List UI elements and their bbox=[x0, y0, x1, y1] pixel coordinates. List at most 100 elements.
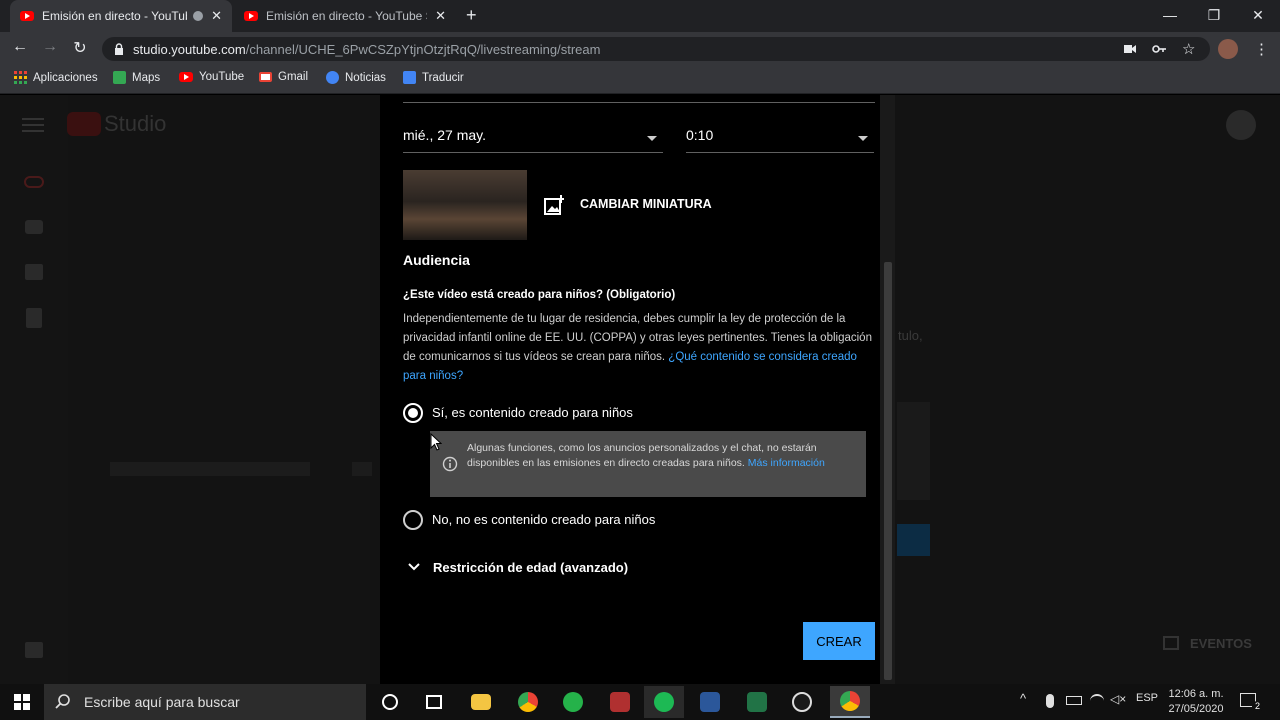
youtube-logo-icon bbox=[67, 112, 101, 136]
star-icon[interactable]: ☆ bbox=[1182, 40, 1195, 58]
search-placeholder: Escribe aquí para buscar bbox=[84, 694, 240, 710]
mouse-cursor-icon bbox=[430, 433, 442, 451]
add-photo-icon[interactable] bbox=[544, 195, 564, 215]
option-yes-label[interactable]: Sí, es contenido creado para niños bbox=[432, 405, 633, 420]
audience-heading: Audiencia bbox=[403, 252, 470, 268]
live-icon[interactable] bbox=[24, 176, 44, 188]
bookmark-label: Gmail bbox=[278, 71, 309, 83]
restore-icon[interactable]: ❐ bbox=[1192, 0, 1236, 30]
feedback-icon[interactable] bbox=[25, 642, 43, 658]
battery-icon[interactable] bbox=[1066, 696, 1082, 705]
notice-text: Algunas funciones, como los anuncios per… bbox=[467, 441, 857, 471]
dialog-scrollbar-thumb[interactable] bbox=[884, 262, 892, 680]
file-explorer-icon[interactable] bbox=[461, 686, 501, 718]
new-tab-icon[interactable]: + bbox=[466, 5, 477, 26]
clock-time: 12:06 a. m. bbox=[1168, 688, 1224, 700]
clock-date: 27/05/2020 bbox=[1168, 703, 1224, 715]
profile-avatar[interactable] bbox=[1218, 39, 1238, 59]
close-tab-icon[interactable]: ✕ bbox=[435, 8, 446, 24]
task-view-icon[interactable] bbox=[414, 686, 454, 718]
bookmark-apps[interactable]: Aplicaciones bbox=[14, 71, 98, 84]
tab-title: Emisión en directo - YouTube Studio bbox=[266, 9, 427, 23]
background-panel bbox=[897, 402, 930, 500]
forward-icon[interactable]: → bbox=[38, 38, 62, 60]
chrome-icon[interactable] bbox=[508, 686, 548, 718]
url-text[interactable]: studio.youtube.com/channel/UCHE_6PwCSZpY… bbox=[133, 42, 600, 57]
coppa-paragraph: Independientemente de tu lugar de reside… bbox=[403, 310, 875, 386]
camera-icon[interactable] bbox=[1124, 44, 1136, 54]
background-placeholder-chip bbox=[352, 462, 372, 476]
browser-tab-inactive[interactable]: Emisión en directo - YouTube Studio ✕ bbox=[234, 0, 456, 32]
create-button[interactable]: CREAR bbox=[803, 622, 875, 660]
time-dropdown-icon[interactable] bbox=[858, 136, 868, 141]
apps-grid-icon bbox=[14, 71, 27, 84]
wifi-icon[interactable] bbox=[1090, 694, 1104, 708]
background-button bbox=[897, 524, 930, 556]
cortana-icon[interactable] bbox=[370, 686, 410, 718]
manage-icon[interactable] bbox=[26, 308, 42, 328]
time-select-value[interactable]: 0:10 bbox=[686, 127, 713, 143]
maps-icon bbox=[113, 71, 126, 84]
divider bbox=[403, 102, 875, 103]
gmail-icon bbox=[259, 72, 272, 82]
taskbar-search[interactable]: Escribe aquí para buscar bbox=[44, 684, 366, 720]
bookmark-youtube[interactable]: YouTube bbox=[179, 71, 244, 83]
chevron-down-icon[interactable] bbox=[407, 562, 421, 572]
news-icon bbox=[326, 71, 339, 84]
bookmark-traducir[interactable]: Traducir bbox=[403, 71, 464, 84]
bookmark-label: Aplicaciones bbox=[33, 71, 98, 84]
date-select-value[interactable]: mié., 27 may. bbox=[403, 127, 486, 143]
events-icon bbox=[1163, 636, 1179, 650]
tray-chevron-up-icon[interactable]: ^ bbox=[1020, 691, 1026, 706]
info-icon bbox=[442, 456, 458, 472]
taskbar-clock[interactable]: 12:06 a. m. 27/05/2020 bbox=[1162, 687, 1230, 717]
word-icon[interactable] bbox=[690, 686, 730, 718]
bookmark-maps[interactable]: Maps bbox=[113, 71, 160, 84]
windows-start-icon[interactable] bbox=[14, 694, 30, 710]
spotify-icon[interactable] bbox=[644, 686, 684, 718]
made-for-kids-question: ¿Este vídeo está creado para niños? (Obl… bbox=[403, 289, 676, 301]
browser-tab-active[interactable]: Emisión en directo - YouTube ✕ bbox=[10, 0, 232, 32]
bookmark-gmail[interactable]: Gmail bbox=[259, 71, 308, 83]
change-thumbnail-button[interactable]: CAMBIAR MINIATURA bbox=[580, 197, 712, 211]
youtube-favicon-icon bbox=[244, 11, 258, 21]
bookmark-label: Noticias bbox=[345, 71, 386, 84]
radio-yes-made-for-kids[interactable] bbox=[403, 403, 423, 423]
tab-audio-indicator-icon bbox=[193, 11, 204, 21]
age-restriction-toggle[interactable]: Restricción de edad (avanzado) bbox=[433, 560, 628, 575]
stream-thumbnail bbox=[403, 170, 527, 240]
excel-icon[interactable] bbox=[737, 686, 777, 718]
radio-no-made-for-kids[interactable] bbox=[403, 510, 423, 530]
url-path: /channel/UCHE_6PwCSZpYtjnOtzjtRqQ/livest… bbox=[245, 42, 601, 57]
studio-avatar[interactable] bbox=[1226, 110, 1256, 140]
hamburger-icon[interactable] bbox=[22, 118, 44, 132]
url-host: studio.youtube.com bbox=[133, 42, 246, 57]
microphone-icon[interactable] bbox=[1046, 694, 1054, 708]
back-icon[interactable]: ← bbox=[8, 38, 32, 60]
date-dropdown-icon[interactable] bbox=[647, 136, 657, 141]
background-placeholder-row bbox=[110, 462, 310, 476]
search-icon bbox=[55, 694, 70, 709]
close-window-icon[interactable]: ✕ bbox=[1236, 0, 1280, 30]
close-tab-icon[interactable]: ✕ bbox=[211, 8, 222, 24]
option-no-label[interactable]: No, no es contenido creado para niños bbox=[432, 512, 655, 527]
background-text-snippet: tulo, bbox=[898, 328, 923, 343]
calendar-icon[interactable] bbox=[25, 264, 43, 280]
date-field-underline bbox=[403, 152, 663, 153]
youtube-favicon-icon bbox=[20, 11, 34, 21]
youtube-icon bbox=[179, 72, 193, 82]
menu-icon[interactable]: ⋮ bbox=[1254, 40, 1269, 58]
obs-icon[interactable] bbox=[782, 686, 822, 718]
camera-nav-icon[interactable] bbox=[25, 220, 43, 234]
notification-count-badge: 2 bbox=[1252, 701, 1263, 712]
app-green-icon[interactable] bbox=[553, 686, 593, 718]
app-media-icon[interactable] bbox=[600, 686, 640, 718]
chrome-active-icon[interactable] bbox=[830, 686, 870, 718]
key-icon[interactable] bbox=[1152, 43, 1166, 55]
minimize-icon[interactable]: — bbox=[1148, 0, 1192, 30]
input-language[interactable]: ESP bbox=[1136, 692, 1158, 704]
bookmark-noticias[interactable]: Noticias bbox=[326, 71, 386, 84]
reload-icon[interactable]: ↻ bbox=[68, 38, 92, 60]
more-info-link[interactable]: Más información bbox=[748, 457, 825, 469]
speaker-muted-icon[interactable]: ◁× bbox=[1110, 692, 1126, 706]
